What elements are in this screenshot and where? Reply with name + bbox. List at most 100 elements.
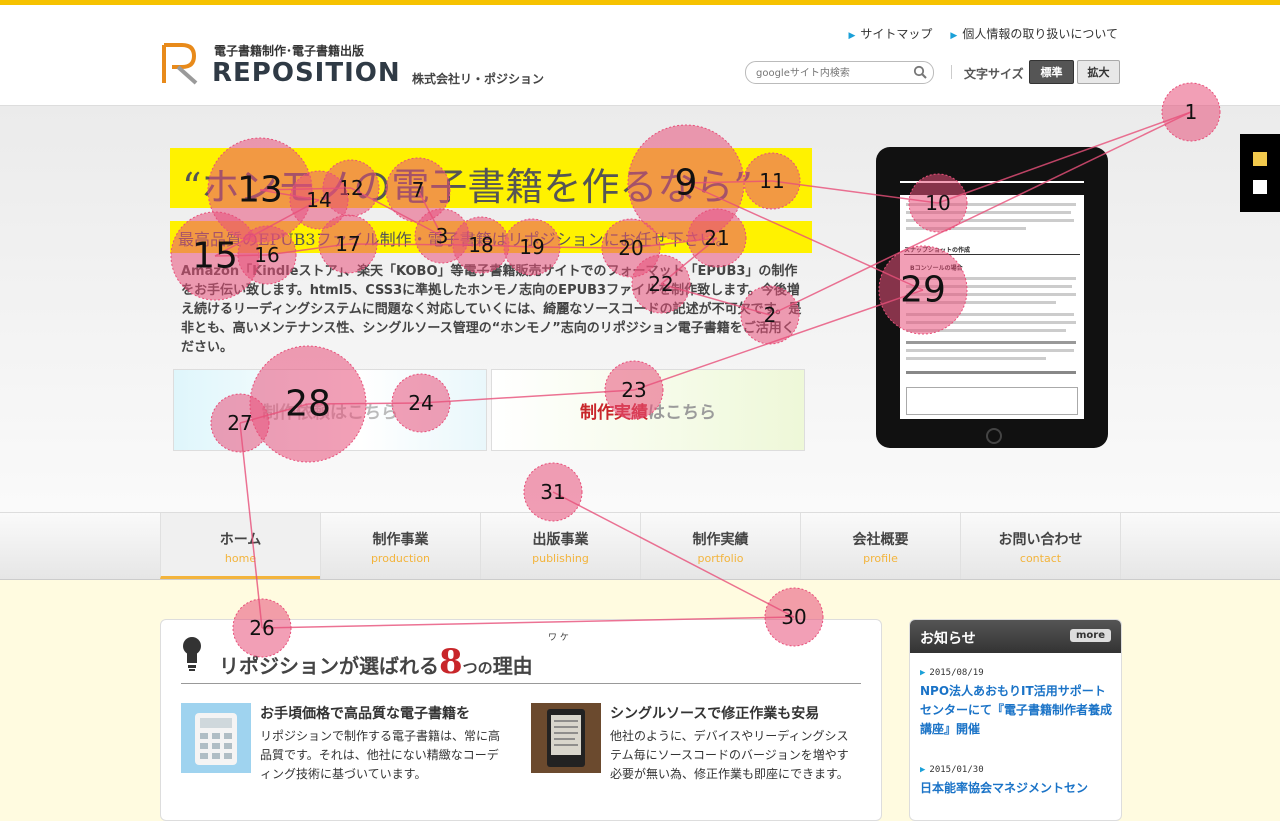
tablet-subheading: Bコンソールの場合: [910, 265, 963, 272]
company-name: 株式会社リ・ポジション: [412, 72, 545, 86]
nav-label-en: profile: [863, 552, 898, 565]
reasons-divider: [181, 683, 861, 684]
reasons-title-number: 8: [439, 642, 463, 682]
nav-contact[interactable]: お問い合わせ contact: [960, 513, 1121, 579]
reason-title: シングルソースで修正作業も安易: [610, 706, 820, 722]
reposition-logo-icon[interactable]: [160, 41, 200, 87]
side-font-tab[interactable]: [1240, 134, 1280, 212]
site-header: 電子書籍制作･電子書籍出版 REPOSITION 株式会社リ・ポジション ▶ サイ…: [0, 5, 1280, 106]
reasons-ruby: ワ ケ: [548, 633, 569, 643]
triangle-bullet-icon: ▶: [920, 765, 926, 775]
news-date-text: 2015/01/30: [929, 765, 984, 775]
news-date: ▶ 2015/01/30: [920, 765, 1115, 775]
news-link[interactable]: 日本能率協会マネジメントセン: [920, 779, 1115, 798]
sitemap-link[interactable]: ▶ サイトマップ: [848, 25, 932, 42]
lightbulb-icon: [183, 637, 201, 671]
tablet-text-line: [906, 329, 1066, 332]
privacy-link-label: 個人情報の取り扱いについて: [962, 27, 1118, 41]
nav-label-en: production: [370, 552, 431, 565]
privacy-link[interactable]: ▶ 個人情報の取り扱いについて: [950, 25, 1118, 42]
tablet-text-line: [906, 285, 1072, 288]
tablet-text-line: [906, 211, 1071, 214]
triangle-bullet-icon: ▶: [848, 31, 856, 41]
font-size-label: 文字サイズ: [964, 67, 1024, 81]
nav-label-ja: 制作事業: [372, 532, 429, 548]
news-item: ▶ 2015/01/30 日本能率協会マネジメントセン: [920, 765, 1115, 798]
portfolio-button-emphasis: 制作実績: [580, 402, 648, 423]
nav-label-ja: 出版事業: [532, 532, 589, 548]
reasons-title-pre: リポジションが選ばれる: [219, 654, 439, 678]
hero-headline-band: “ホンモノの電子書籍を作るなら”: [170, 148, 812, 209]
news-title: お知らせ: [920, 631, 976, 647]
tablet-text-line: [906, 227, 1026, 230]
hero-body-text: Amazon「Kindleストア」、楽天「KOBO」等電子書籍販売サイトでのフォ…: [181, 264, 802, 355]
reason-title: お手頃価格で高品質な電子書籍を: [260, 706, 470, 722]
triangle-bullet-icon: ▶: [920, 668, 926, 678]
search-input[interactable]: [754, 64, 908, 82]
reasons-title: リポジションが選ばれる8つの理由: [219, 642, 533, 682]
reasons-panel: リポジションが選ばれる8つの理由 ワ ケ お手頃価格で高品質な電子書籍を リポジ…: [160, 619, 882, 821]
search-icon[interactable]: [913, 65, 927, 79]
tablet-text-line: [906, 349, 1074, 352]
reason-body: リポジションで制作する電子書籍は、常に高品質です。それは、他社にない精緻なコーデ…: [260, 729, 501, 781]
tablet-illustration: スナップショットの作成 Bコンソールの場合: [876, 147, 1108, 448]
nav-label-en: publishing: [532, 552, 589, 565]
news-date-text: 2015/08/19: [929, 668, 984, 678]
square-yellow-icon[interactable]: [1253, 152, 1267, 166]
nav-portfolio[interactable]: 制作実績 portfolio: [640, 513, 800, 579]
tablet-text-line: [906, 203, 1076, 206]
nav-label-en: contact: [1019, 552, 1062, 565]
tablet-text-line: [906, 357, 1046, 360]
main-nav: ホーム home 制作事業 production 出版事業 publishing…: [0, 512, 1280, 580]
nav-label-ja: ホーム: [219, 532, 262, 548]
portfolio-button[interactable]: 制作実績 はこちら: [491, 369, 805, 451]
nav-home[interactable]: ホーム home: [160, 513, 320, 579]
nav-label-en: home: [224, 552, 257, 565]
news-more-button[interactable]: more: [1069, 629, 1111, 642]
font-size-normal-button[interactable]: 標準: [1029, 60, 1074, 84]
tablet-screen-header: [900, 183, 1084, 195]
tablet-text-line: [906, 277, 1076, 280]
news-panel: お知らせ more ▶ 2015/08/19 NPO法人あおもりIT活用サポートセ…: [909, 619, 1122, 821]
tablet-home-button: [986, 428, 1002, 444]
tablet-screen: スナップショットの作成 Bコンソールの場合: [900, 181, 1084, 419]
nav-label-ja: 会社概要: [852, 532, 909, 548]
sitemap-link-label: サイトマップ: [860, 27, 933, 41]
tablet-heading: スナップショットの作成: [904, 245, 1080, 255]
hero-subheadline-band: 最高品質のEPUB3ファイル制作・電子書籍はリポジションにお任せ下さい。: [170, 221, 812, 253]
header-divider: [951, 65, 952, 79]
tablet-text-line: [906, 341, 1076, 344]
hero-subheadline: 最高品質のEPUB3ファイル制作・電子書籍はリポジションにお任せ下さい。: [178, 230, 732, 249]
nav-production[interactable]: 制作事業 production: [320, 513, 480, 579]
ereader-image: [531, 703, 601, 773]
tablet-text-line: [906, 313, 1074, 316]
tablet-text-line: [906, 371, 1076, 374]
square-white-icon[interactable]: [1253, 180, 1267, 194]
tablet-text-line: [906, 301, 1056, 304]
calculator-image: [181, 703, 251, 773]
portfolio-button-rest: はこちら: [648, 402, 716, 423]
font-size-large-button[interactable]: 拡大: [1077, 60, 1120, 84]
order-request-button[interactable]: 制作依頼はこちら: [173, 369, 487, 451]
news-item: ▶ 2015/08/19 NPO法人あおもりIT活用サポートセンターにて『電子書籍…: [920, 668, 1115, 739]
logo-wordmark[interactable]: REPOSITION: [212, 58, 401, 88]
logo-tagline: 電子書籍制作･電子書籍出版: [214, 44, 365, 58]
hero-headline: “ホンモノの電子書籍を作るなら”: [182, 165, 753, 209]
nav-label-en: portfolio: [697, 552, 744, 565]
reasons-title-post: 理由: [492, 654, 533, 678]
reasons-title-mid: つの: [462, 659, 493, 677]
nav-profile[interactable]: 会社概要 profile: [800, 513, 960, 579]
site-search: [745, 61, 934, 84]
nav-publishing[interactable]: 出版事業 publishing: [480, 513, 640, 579]
tablet-text-line: [906, 321, 1076, 324]
news-date: ▶ 2015/08/19: [920, 668, 1115, 678]
nav-label-ja: お問い合わせ: [998, 532, 1083, 548]
news-header: お知らせ more: [910, 620, 1121, 653]
triangle-bullet-icon: ▶: [950, 31, 958, 41]
tablet-text-line: [906, 293, 1076, 296]
nav-label-ja: 制作実績: [692, 532, 749, 548]
tablet-screen-figure: [906, 387, 1078, 415]
tablet-text-line: [906, 219, 1074, 222]
utility-links: ▶ サイトマップ ▶ 個人情報の取り扱いについて: [848, 25, 1118, 42]
news-link[interactable]: NPO法人あおもりIT活用サポートセンターにて『電子書籍制作者養成講座』開催: [920, 682, 1115, 739]
